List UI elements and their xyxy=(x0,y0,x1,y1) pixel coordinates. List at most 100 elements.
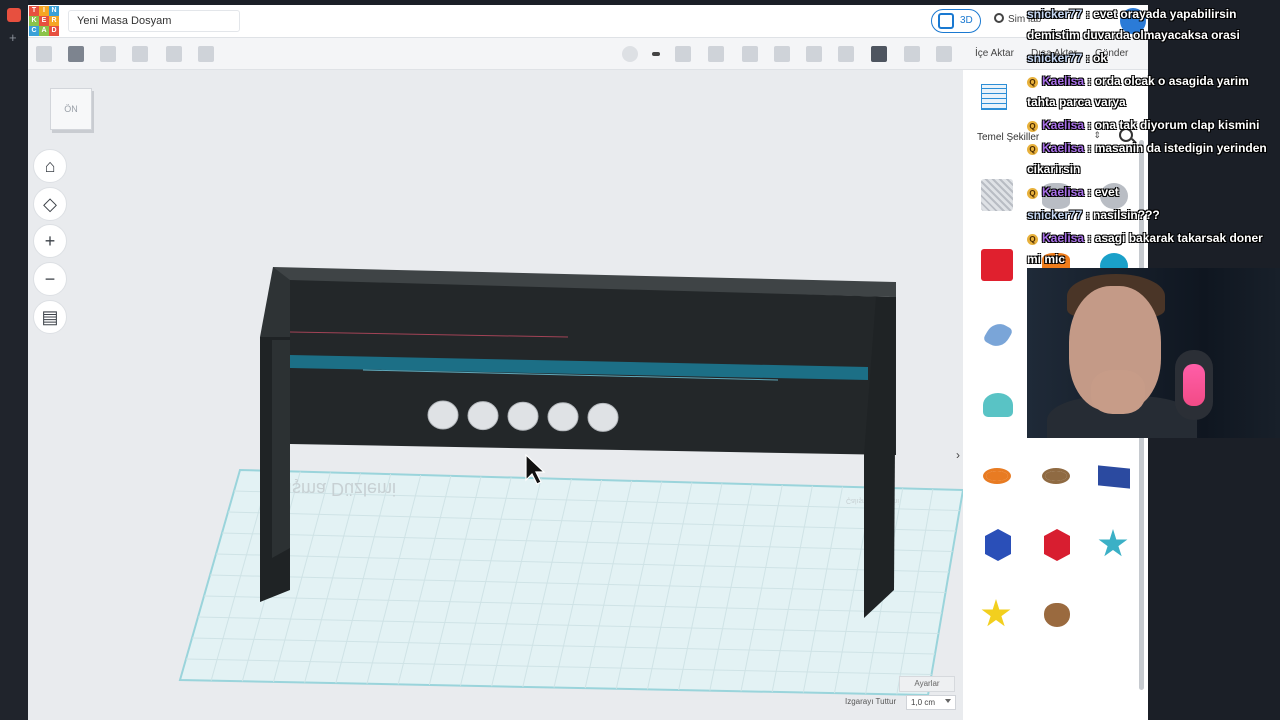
chat-message: Q Kaelisa : evet xyxy=(1027,182,1277,203)
view-toggle-label: 3D xyxy=(960,15,973,26)
chat-message: snicker77 : evet orayada yapabilirsin de… xyxy=(1027,4,1277,46)
notes-icon[interactable] xyxy=(904,46,920,62)
logo-letter: R xyxy=(49,16,59,26)
collapse-panel-icon[interactable]: › xyxy=(956,448,963,468)
stream-chat-overlay: snicker77 : evet orayada yapabilirsin de… xyxy=(1027,4,1277,272)
ring-icon xyxy=(1042,468,1070,484)
chat-username: Kaelisa xyxy=(1042,74,1085,88)
logo-letter: N xyxy=(49,6,59,16)
perspective-button[interactable]: ▤ xyxy=(33,300,67,334)
webcam-overlay xyxy=(1027,268,1280,438)
workplane-viewport[interactable]: Çalışma Düzlemi Çalışma Düzlemi ÖN xyxy=(28,70,963,720)
zoom-in-icon: + xyxy=(44,231,56,251)
chat-username: snicker77 xyxy=(1027,208,1083,222)
tinkercad-window: TINKERCAD Yeni Masa Dosyam 3D Sim lab İç… xyxy=(28,5,1148,720)
shape-box[interactable] xyxy=(977,245,1017,285)
scribble-icon xyxy=(982,319,1014,351)
chat-username: snicker77 xyxy=(1027,51,1083,65)
chevron-down-icon[interactable] xyxy=(652,52,660,56)
heart-icon xyxy=(1044,603,1070,627)
cable-hole[interactable] xyxy=(427,400,459,430)
chat-message: snicker77 : nasilsin??? xyxy=(1027,205,1277,226)
edit-toolbar xyxy=(28,38,963,70)
duplicate-icon[interactable] xyxy=(100,46,116,62)
shape-icosahedron[interactable] xyxy=(1036,525,1076,565)
subscriber-badge-icon: Q xyxy=(1027,188,1038,199)
logo-letter: E xyxy=(39,16,49,26)
redo-icon[interactable] xyxy=(198,46,214,62)
logo-letter: K xyxy=(29,16,39,26)
chat-message: snicker77 : ok xyxy=(1027,48,1277,69)
copy-icon[interactable] xyxy=(36,46,52,62)
shape-ring[interactable] xyxy=(1036,455,1076,495)
shape-polygon[interactable] xyxy=(977,525,1017,565)
subscriber-badge-icon: Q xyxy=(1027,121,1038,132)
logo-letter: T xyxy=(29,6,39,16)
cruise-icon[interactable] xyxy=(838,46,854,62)
chat-username: Kaelisa xyxy=(1042,118,1085,132)
zoom-out-button[interactable]: − xyxy=(33,262,67,296)
chat-text: : nasilsin??? xyxy=(1082,208,1160,222)
chat-text: : ok xyxy=(1082,51,1108,65)
star-icon xyxy=(1098,529,1128,557)
shape-tube[interactable] xyxy=(977,455,1017,495)
chat-username: Kaelisa xyxy=(1042,231,1085,245)
cable-hole[interactable] xyxy=(587,402,619,432)
desk-left-top-corner[interactable] xyxy=(260,267,290,337)
title-bar: TINKERCAD Yeni Masa Dosyam 3D Sim lab xyxy=(28,5,1148,38)
tinkercad-logo[interactable]: TINKERCAD xyxy=(29,6,59,36)
camera-icon[interactable] xyxy=(871,46,887,62)
chat-message: Q Kaelisa : masanin da istedigin yerinden… xyxy=(1027,138,1277,180)
shape-box-hole[interactable] xyxy=(977,175,1017,215)
chat-username: Kaelisa xyxy=(1042,141,1085,155)
3d-scene[interactable]: Çalışma Düzlemi Çalışma Düzlemi xyxy=(28,70,963,720)
undo-icon[interactable] xyxy=(166,46,182,62)
chat-message: Q Kaelisa : orda olcak o asagida yarim ta… xyxy=(1027,71,1277,113)
fit-view-button[interactable]: ◇ xyxy=(33,187,67,221)
cable-hole[interactable] xyxy=(547,402,579,432)
app-launcher-icon[interactable] xyxy=(7,8,21,22)
zoom-out-icon: − xyxy=(44,269,56,289)
zoom-in-button[interactable]: + xyxy=(33,224,67,258)
mirror-icon[interactable] xyxy=(806,46,822,62)
view-cube[interactable]: ÖN xyxy=(50,88,92,130)
document-name-field[interactable]: Yeni Masa Dosyam xyxy=(68,10,240,32)
shape-heart[interactable] xyxy=(1036,595,1076,635)
simlab-icon xyxy=(994,13,1004,23)
home-view-button[interactable]: ⌂ xyxy=(33,149,67,183)
ruler-icon[interactable] xyxy=(936,46,952,62)
chat-username: Kaelisa xyxy=(1042,185,1085,199)
cable-hole[interactable] xyxy=(507,401,539,431)
group-icon[interactable] xyxy=(675,46,691,62)
shape-star-gold[interactable] xyxy=(977,595,1017,635)
import-button[interactable]: İçe Aktar xyxy=(975,48,1014,59)
paste-icon[interactable] xyxy=(68,46,84,62)
os-sidebar: + xyxy=(0,0,28,720)
shape-star[interactable] xyxy=(1094,525,1134,565)
align-icon[interactable] xyxy=(774,46,790,62)
settings-button[interactable]: Ayarlar xyxy=(899,676,955,692)
shape-wedge[interactable] xyxy=(1094,455,1134,495)
workplane-grid-icon[interactable] xyxy=(981,84,1007,110)
shape-scribble[interactable] xyxy=(977,315,1017,355)
home-icon: ⌂ xyxy=(44,156,56,176)
logo-letter: D xyxy=(49,26,59,36)
screen: { "app": { "logo_letters": ["T","I","N",… xyxy=(0,0,1280,720)
add-workspace-icon[interactable]: + xyxy=(9,30,17,45)
logo-letter: I xyxy=(39,6,49,16)
cube-icon xyxy=(938,13,954,29)
tube-icon xyxy=(983,468,1011,484)
shape-roof[interactable] xyxy=(977,385,1017,425)
cable-hole[interactable] xyxy=(467,401,499,431)
3d-view-toggle[interactable]: 3D xyxy=(931,9,981,33)
box-icon xyxy=(981,249,1013,281)
light-bulb-icon[interactable] xyxy=(622,46,638,62)
snap-grid-label: Izgarayı Tuttur xyxy=(845,697,897,706)
snap-grid-select[interactable]: 1,0 cm xyxy=(906,695,956,710)
workplane-icon[interactable] xyxy=(742,46,758,62)
ungroup-icon[interactable] xyxy=(708,46,724,62)
chat-text: : evet xyxy=(1084,185,1119,199)
streamer-hand xyxy=(1091,370,1145,414)
delete-icon[interactable] xyxy=(132,46,148,62)
subscriber-badge-icon: Q xyxy=(1027,77,1038,88)
